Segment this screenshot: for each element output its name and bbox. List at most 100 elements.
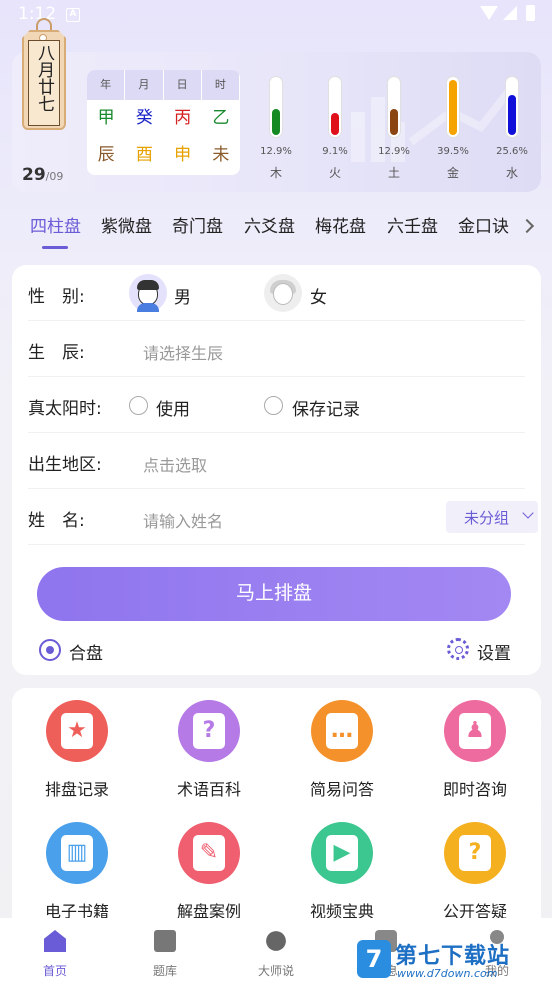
use-solar-time-radio[interactable] <box>129 396 148 415</box>
chevron-down-icon <box>522 507 534 519</box>
nav-master-talk[interactable]: 大师说 <box>221 918 331 987</box>
feature-label: 即时咨询 <box>442 780 507 799</box>
pillar-stem-year: 甲 <box>97 108 115 128</box>
gear-icon <box>447 638 469 660</box>
pillar-stem-hour: 乙 <box>212 108 230 128</box>
birth-info-form: 性 别: 男 女 生 辰: 请选择生辰 真太阳时: 使用 保存记录 出生地区: … <box>12 265 541 675</box>
tab-meihua[interactable]: 梅花盘 <box>315 212 366 237</box>
settings-label: 设置 <box>477 644 511 664</box>
tab-ziwei[interactable]: 紫微盘 <box>101 212 152 237</box>
gender-label: 性 别: <box>28 287 85 307</box>
solar-month: /09 <box>45 170 64 183</box>
female-avatar-icon[interactable] <box>264 274 302 312</box>
feature-video-library[interactable]: ▶ 视频宝典 <box>287 810 397 918</box>
watermark-title: 第七下载站 <box>395 944 511 969</box>
element-name: 土 <box>387 166 400 180</box>
element-percent: 39.5% <box>437 146 469 157</box>
element-percent: 12.9% <box>378 146 410 157</box>
feature-public-qa[interactable]: ? 公开答疑 <box>420 810 530 918</box>
pillar-header-row: 年 月 日 时 <box>87 70 240 100</box>
feature-glyph: ▶ <box>326 835 358 871</box>
feature-glyph: ✎ <box>193 835 225 871</box>
feature-chart-records[interactable]: ★ 排盘记录 <box>22 688 132 799</box>
solar-time-row: 真太阳时: 使用 保存记录 <box>28 377 525 433</box>
wifi-icon <box>480 6 498 20</box>
settings-button[interactable]: 设置 <box>447 638 517 664</box>
element-tube <box>387 76 401 138</box>
birth-place-row[interactable]: 出生地区: 点击选取 <box>28 433 525 489</box>
pillar-branch-month: 酉 <box>135 145 153 165</box>
feature-glossary[interactable]: ? 术语百科 <box>154 688 264 799</box>
feature-label: 简易问答 <box>309 780 374 799</box>
status-bar: 1:12 A <box>0 0 552 30</box>
element-fill <box>331 113 339 135</box>
birth-time-field[interactable]: 请选择生辰 <box>143 340 223 364</box>
element-name: 水 <box>505 166 518 180</box>
feature-simple-qa[interactable]: … 简易问答 <box>287 688 397 799</box>
pillar-branch-year: 辰 <box>97 145 115 165</box>
chart-records-icon: ★ <box>46 700 108 762</box>
save-record-radio[interactable] <box>264 396 283 415</box>
element-percent: 9.1% <box>322 146 348 157</box>
lunar-date-tag: 八月廿七 <box>22 18 66 134</box>
signal-icon <box>503 6 517 20</box>
watermark-logo: 7 <box>357 940 391 978</box>
five-elements-bars: 12.9% 木 9.1% 火 12.9% 土 39.5% 金 25.6% 水 <box>260 76 532 186</box>
feature-glyph: ? <box>193 713 225 749</box>
element-percent: 12.9% <box>260 146 292 157</box>
feature-instant-consult[interactable]: ♟ 即时咨询 <box>420 688 530 799</box>
avatar-face <box>273 283 293 305</box>
feature-case-analysis[interactable]: ✎ 解盘案例 <box>154 810 264 918</box>
save-record-label[interactable]: 保存记录 <box>292 395 360 420</box>
group-dropdown[interactable]: 未分组 <box>446 501 538 533</box>
element-name: 火 <box>328 166 341 180</box>
feature-glyph: ♟ <box>459 713 491 749</box>
solar-time-label: 真太阳时: <box>28 399 102 419</box>
avatar-shirt <box>137 303 159 312</box>
nav-home[interactable]: 首页 <box>0 918 110 987</box>
start-chart-button[interactable]: 马上排盘 <box>37 567 511 621</box>
pillar-header-day: 日 <box>164 70 202 100</box>
document-icon <box>154 930 176 952</box>
pillar-stem-month: 癸 <box>135 108 153 128</box>
feature-label: 术语百科 <box>176 780 241 799</box>
birth-time-row[interactable]: 生 辰: 请选择生辰 <box>28 321 525 377</box>
male-avatar-icon[interactable] <box>129 274 167 312</box>
edit-note-icon: ✎ <box>178 822 240 884</box>
four-pillars-table: 年 月 日 时 甲 癸 丙 乙 辰 酉 申 未 <box>87 70 240 175</box>
nav-question-bank[interactable]: 题库 <box>110 918 220 987</box>
tab-qimen[interactable]: 奇门盘 <box>172 212 223 237</box>
element-percent: 25.6% <box>496 146 528 157</box>
tab-sizhu[interactable]: 四柱盘 <box>30 212 81 237</box>
tab-liuyao[interactable]: 六爻盘 <box>244 212 295 237</box>
feature-glyph: ★ <box>61 713 93 749</box>
chat-bubble-icon: … <box>311 700 373 762</box>
use-solar-time-label[interactable]: 使用 <box>156 395 190 420</box>
name-input[interactable]: 请输入姓名 <box>143 508 223 532</box>
hepan-label: 合盘 <box>69 644 103 664</box>
glossary-icon: ? <box>178 700 240 762</box>
pillar-branch-row: 辰 酉 申 未 <box>87 137 240 174</box>
group-dropdown-value: 未分组 <box>464 509 510 527</box>
element-tube <box>269 76 283 138</box>
pillar-stem-row: 甲 癸 丙 乙 <box>87 100 240 137</box>
feature-ebooks[interactable]: ▥ 电子书籍 <box>22 810 132 918</box>
male-option[interactable]: 男 <box>174 283 191 308</box>
birth-place-label: 出生地区: <box>28 455 102 475</box>
video-play-icon: ▶ <box>311 822 373 884</box>
feature-label: 电子书籍 <box>44 902 109 918</box>
site-watermark: 7 第七下载站 www.d7down.com <box>357 938 547 984</box>
female-option[interactable]: 女 <box>310 283 327 308</box>
element-tube <box>505 76 519 138</box>
chevron-right-icon[interactable] <box>519 218 535 234</box>
gender-row: 性 别: 男 女 <box>28 265 525 321</box>
feature-glyph: ? <box>459 835 491 871</box>
notification-a-icon: A <box>66 8 80 22</box>
birth-place-field[interactable]: 点击选取 <box>143 452 207 476</box>
tab-liuren[interactable]: 六壬盘 <box>387 212 438 237</box>
tab-jinkoujue[interactable]: 金口诀 <box>458 212 509 237</box>
solar-date: 29/09 <box>22 165 63 185</box>
book-icon: ▥ <box>46 822 108 884</box>
nav-label: 题库 <box>152 964 177 978</box>
consultant-icon: ♟ <box>444 700 506 762</box>
